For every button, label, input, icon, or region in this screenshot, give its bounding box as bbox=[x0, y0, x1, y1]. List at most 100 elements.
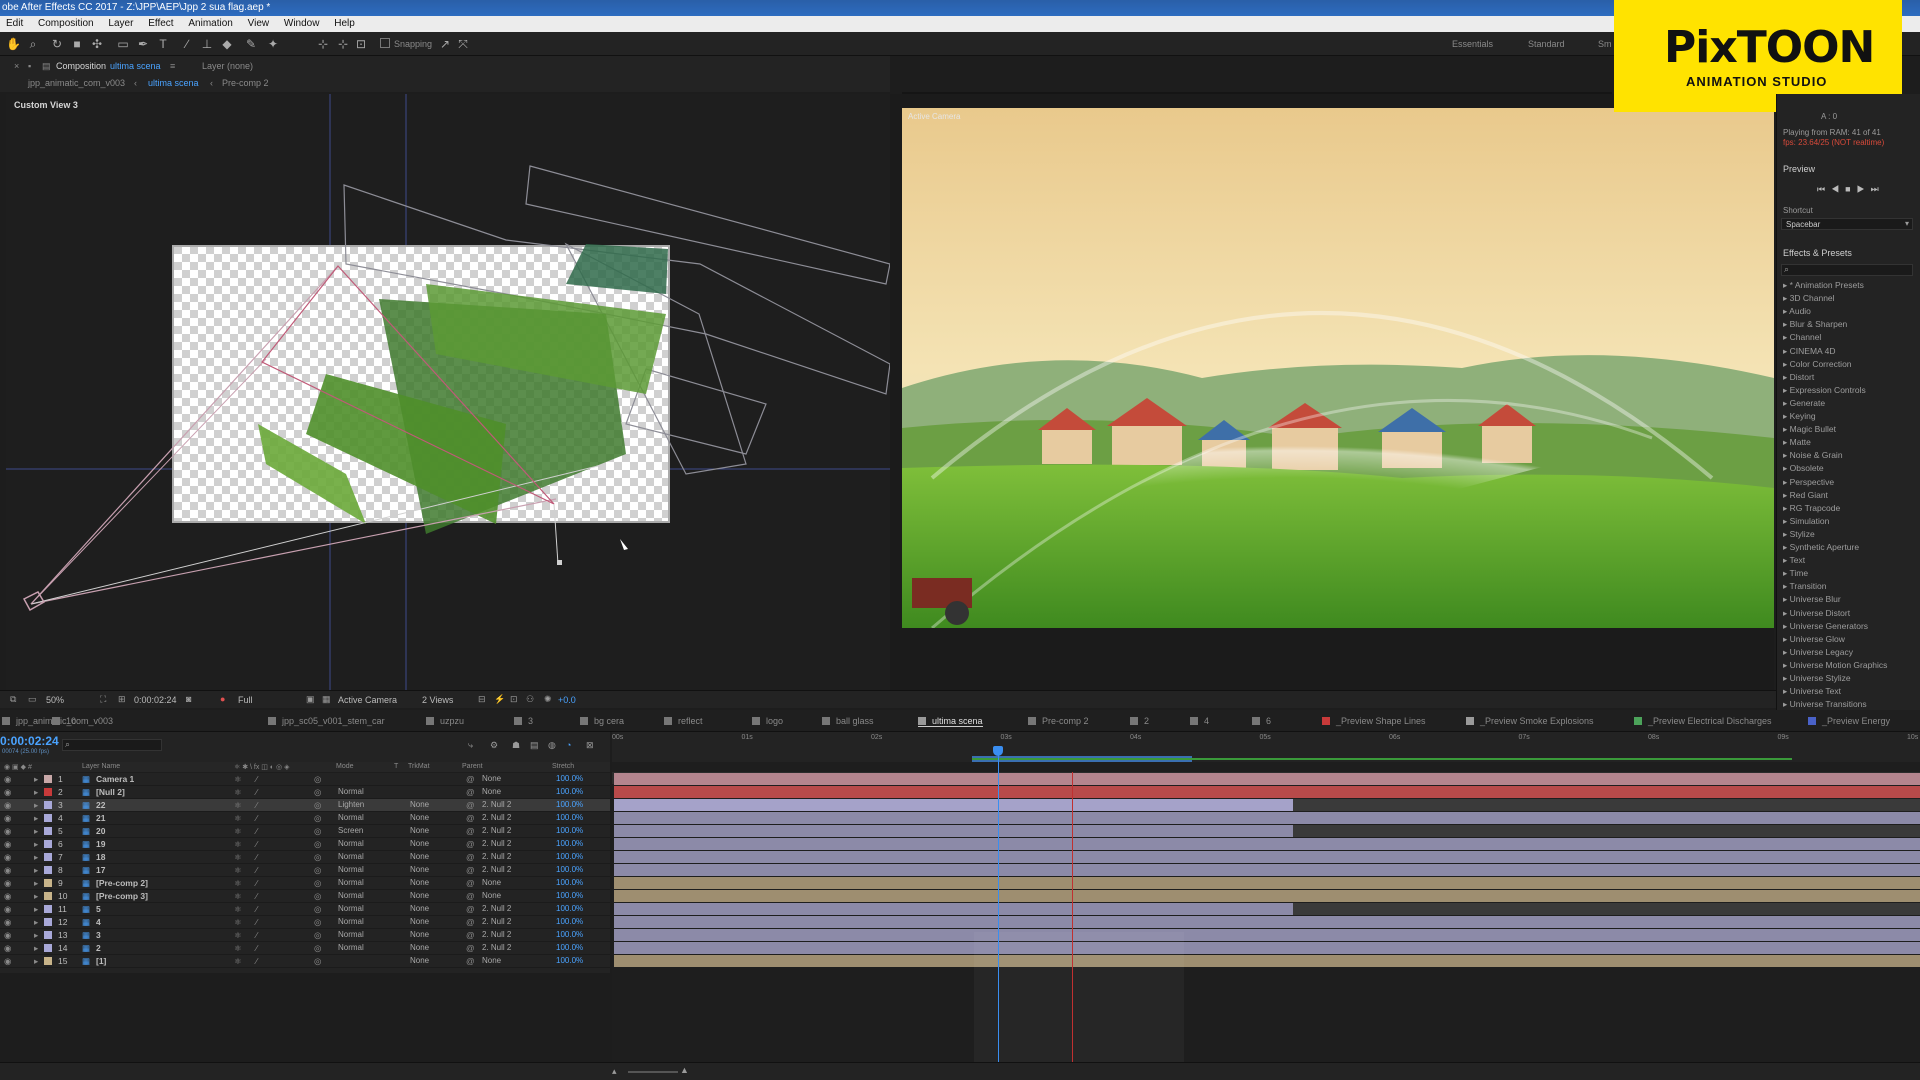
shy-switch-icon[interactable]: ⚛ bbox=[234, 956, 242, 967]
effects-category[interactable]: ▸ Channel bbox=[1783, 332, 1821, 343]
flowchart-icon[interactable]: ⚇ bbox=[526, 694, 534, 705]
3d-layer-switch-icon[interactable]: ◎ bbox=[314, 904, 321, 915]
custom-view-3d-viewer[interactable]: Custom View 3 bbox=[6, 94, 890, 690]
effects-category[interactable]: ▸ Magic Bullet bbox=[1783, 424, 1836, 435]
layer-duration-bar[interactable] bbox=[614, 955, 1920, 967]
video-visibility-icon[interactable]: ◉ bbox=[4, 826, 11, 837]
3d-layer-switch-icon[interactable]: ◎ bbox=[314, 917, 321, 928]
layer-parent-dropdown[interactable]: None bbox=[482, 891, 501, 900]
layer-expand-icon[interactable]: ▸ bbox=[34, 813, 38, 824]
always-preview-icon[interactable]: ⧉ bbox=[10, 694, 16, 705]
puppet-tool-icon[interactable]: ✦ bbox=[266, 37, 280, 51]
layer-name[interactable]: [Pre-comp 2] bbox=[96, 878, 148, 888]
current-time-display[interactable]: 0:00:02:24 bbox=[134, 695, 177, 705]
graph-editor-icon[interactable]: ◔ bbox=[566, 740, 571, 750]
layer-parent-dropdown[interactable]: 2. Null 2 bbox=[482, 800, 511, 809]
pick-whip-icon[interactable]: @ bbox=[466, 956, 475, 966]
timeline-tab[interactable]: 3 bbox=[514, 716, 533, 726]
timeline-tab[interactable]: uzpzu bbox=[426, 716, 464, 726]
pen-tool-icon[interactable]: ✒ bbox=[136, 37, 150, 51]
pick-whip-icon[interactable]: @ bbox=[466, 813, 475, 823]
zoom-dropdown[interactable]: 50% bbox=[46, 695, 64, 705]
effects-category[interactable]: ▸ Stylize bbox=[1783, 529, 1815, 540]
toggle-pixel-aspect-icon[interactable]: ⊟ bbox=[478, 694, 486, 705]
3d-layer-switch-icon[interactable]: ◎ bbox=[314, 852, 321, 863]
layer-stretch[interactable]: 100.0% bbox=[556, 917, 583, 926]
shy-switch-icon[interactable]: ⚛ bbox=[234, 826, 242, 837]
quality-switch-icon[interactable]: ∕ bbox=[256, 917, 257, 927]
quality-switch-icon[interactable]: ∕ bbox=[256, 839, 257, 849]
layer-trkmat-dropdown[interactable]: None bbox=[410, 800, 429, 809]
region-of-interest-icon[interactable]: ▣ bbox=[306, 694, 315, 705]
layer-duration-bar[interactable] bbox=[614, 825, 1294, 837]
clone-stamp-tool-icon[interactable]: ⊥ bbox=[200, 37, 214, 51]
layer-mode-dropdown[interactable]: Normal bbox=[338, 852, 364, 861]
menu-animation[interactable]: Animation bbox=[182, 18, 238, 29]
layer-name[interactable]: 22 bbox=[96, 800, 105, 810]
composition-tab-prefix[interactable]: Composition bbox=[56, 61, 106, 71]
timeline-tab[interactable]: ball glass bbox=[822, 716, 874, 726]
layer-row[interactable]: ◉ ▸ 8 ▦ 17 ⚛ ∕ ◎ Normal None @2. Null 2 100.0% bbox=[0, 864, 610, 877]
quality-switch-icon[interactable]: ∕ bbox=[256, 852, 257, 862]
layer-stretch[interactable]: 100.0% bbox=[556, 826, 583, 835]
quality-switch-icon[interactable]: ∕ bbox=[256, 878, 257, 888]
eraser-tool-icon[interactable]: ◆ bbox=[220, 37, 234, 51]
layer-label-color[interactable] bbox=[44, 905, 52, 913]
layer-expand-icon[interactable]: ▸ bbox=[34, 917, 38, 928]
layer-row[interactable]: ◉ ▸ 15 ▦ [1] ⚛ ∕ ◎ None @ None 100.0% bbox=[0, 955, 610, 968]
panel-menu-icon[interactable]: ▤ bbox=[42, 61, 51, 72]
video-visibility-icon[interactable]: ◉ bbox=[4, 852, 11, 863]
layer-duration-bar[interactable] bbox=[614, 942, 1920, 954]
effects-category[interactable]: ▸ Text bbox=[1783, 555, 1805, 566]
quality-switch-icon[interactable]: ∕ bbox=[256, 930, 257, 940]
layer-name[interactable]: [Pre-comp 3] bbox=[96, 891, 148, 901]
layer-expand-icon[interactable]: ▸ bbox=[34, 839, 38, 850]
effects-category[interactable]: ▸ Universe Glow bbox=[1783, 634, 1845, 645]
layer-parent-dropdown[interactable]: None bbox=[482, 774, 501, 783]
layer-duration-bar[interactable] bbox=[614, 864, 1920, 876]
snapshot-icon[interactable]: ◙ bbox=[186, 694, 191, 704]
layer-duration-bar[interactable] bbox=[614, 929, 1920, 941]
layer-stretch[interactable]: 100.0% bbox=[556, 800, 583, 809]
layer-label-color[interactable] bbox=[44, 853, 52, 861]
layer-trkmat-dropdown[interactable]: None bbox=[410, 852, 429, 861]
layer-row[interactable]: ◉ ▸ 3 ▦ 22 ⚛ ∕ ◎ Lighten None @2. Null 2 100.0% bbox=[0, 799, 610, 812]
layer-duration-bar[interactable] bbox=[614, 838, 1920, 850]
menu-effect[interactable]: Effect bbox=[142, 18, 179, 29]
pick-whip-icon[interactable]: @ bbox=[466, 917, 475, 927]
effects-search-input[interactable]: ⌕ bbox=[1781, 264, 1913, 276]
3d-layer-switch-icon[interactable]: ◎ bbox=[314, 943, 321, 954]
layer-mode-dropdown[interactable]: Lighten bbox=[338, 800, 364, 809]
layer-duration-bar[interactable] bbox=[614, 877, 1920, 889]
3d-layer-switch-icon[interactable]: ◎ bbox=[314, 774, 321, 785]
layer-parent-dropdown[interactable]: 2. Null 2 bbox=[482, 943, 511, 952]
video-visibility-icon[interactable]: ◉ bbox=[4, 800, 11, 811]
layer-mode-dropdown[interactable]: Normal bbox=[338, 930, 364, 939]
playhead-handle[interactable] bbox=[993, 746, 1003, 756]
layer-row[interactable]: ◉ ▸ 2 ▦ [Null 2] ⚛ ∕ ◎ Normal @ None 100.0% bbox=[0, 786, 610, 799]
world-axis-icon[interactable]: ⊹ bbox=[336, 37, 350, 51]
layer-mode-dropdown[interactable]: Normal bbox=[338, 943, 364, 952]
layer-label-color[interactable] bbox=[44, 866, 52, 874]
pick-whip-icon[interactable]: @ bbox=[466, 800, 475, 810]
effects-category[interactable]: ▸ Audio bbox=[1783, 306, 1811, 317]
layer-stretch[interactable]: 100.0% bbox=[556, 943, 583, 952]
active-camera-viewer[interactable]: Active Camera bbox=[890, 94, 1774, 690]
camera-tool-icon[interactable]: ■ bbox=[70, 37, 84, 51]
layer-parent-dropdown[interactable]: None bbox=[482, 878, 501, 887]
comp-mini-flowchart-icon[interactable]: ⤷ bbox=[468, 740, 473, 751]
composition-tab-name[interactable]: ultima scena bbox=[110, 61, 161, 71]
video-visibility-icon[interactable]: ◉ bbox=[4, 904, 11, 915]
layer-expand-icon[interactable]: ▸ bbox=[34, 878, 38, 889]
resolution-dropdown[interactable]: Full bbox=[238, 695, 253, 705]
zoom-in-icon[interactable]: ▲ bbox=[680, 1065, 689, 1075]
layer-row[interactable]: ◉ ▸ 13 ▦ 3 ⚛ ∕ ◎ Normal None @2. Null 2 100.0% bbox=[0, 929, 610, 942]
layer-name[interactable]: 2 bbox=[96, 943, 101, 953]
layer-row[interactable]: ◉ ▸ 6 ▦ 19 ⚛ ∕ ◎ Normal None @2. Null 2 100.0% bbox=[0, 838, 610, 851]
effects-category[interactable]: ▸ Universe Generators bbox=[1783, 621, 1868, 632]
pick-whip-icon[interactable]: @ bbox=[466, 774, 475, 784]
quality-switch-icon[interactable]: ∕ bbox=[256, 800, 257, 810]
pick-whip-icon[interactable]: @ bbox=[466, 839, 475, 849]
timeline-zoom-slider[interactable] bbox=[628, 1071, 678, 1073]
effects-category[interactable]: ▸ * Animation Presets bbox=[1783, 280, 1864, 291]
